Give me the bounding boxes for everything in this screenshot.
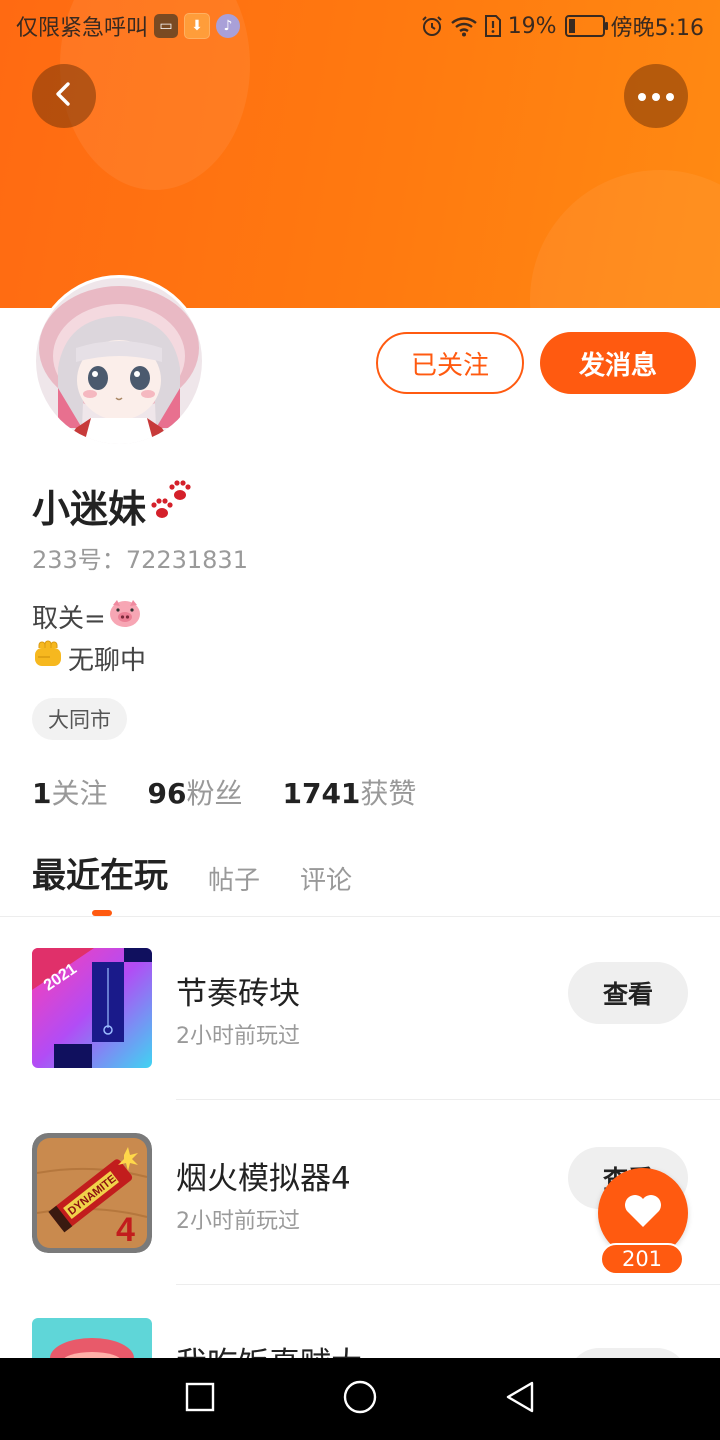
bio-line-2: 无聊中	[68, 646, 147, 676]
tab-recently-played[interactable]: 最近在玩	[32, 848, 168, 901]
square-icon	[184, 1381, 216, 1417]
clock-text: 傍晚5:16	[610, 16, 704, 41]
status-bar: 仅限紧急呼叫 ▭ ⬇ ♪ 19% 傍晚5:16	[0, 0, 720, 50]
profile-stats: 1关注 96粉丝 1741获赞	[32, 772, 416, 812]
tab-comments[interactable]: 评论	[300, 860, 352, 901]
profile-bio: 取关= 无聊中	[32, 598, 146, 682]
profile-screen: 仅限紧急呼叫 ▭ ⬇ ♪ 19% 傍晚5:16 已关注 发消息 小迷妹 233号…	[0, 0, 720, 1440]
more-dots-icon	[636, 87, 676, 106]
following-count: 1	[32, 777, 52, 810]
tab-posts[interactable]: 帖子	[208, 860, 260, 901]
system-navigation-bar	[0, 1358, 720, 1440]
triangle-back-icon	[504, 1380, 536, 1418]
user-id-value: 72231831	[125, 546, 248, 574]
battery-icon	[564, 15, 608, 37]
game-name: 节奏砖块	[176, 976, 300, 1012]
recent-apps-button[interactable]	[170, 1369, 230, 1429]
pig-face-icon	[108, 598, 142, 640]
carrier-text: 仅限紧急呼叫	[16, 16, 149, 41]
fans-count: 96	[147, 777, 187, 810]
location-tag: 大同市	[32, 698, 127, 740]
avatar-image	[36, 278, 202, 444]
back-button[interactable]	[32, 64, 96, 128]
fans-label: 粉丝	[186, 777, 243, 810]
profile-banner: 仅限紧急呼叫 ▭ ⬇ ♪ 19% 傍晚5:16	[0, 0, 720, 308]
likes-label: 获赞	[360, 777, 417, 810]
chevron-left-icon	[49, 79, 79, 113]
app-notification-icon: ▭	[154, 14, 179, 38]
followed-button[interactable]: 已关注	[376, 332, 524, 394]
view-game-button[interactable]: 查看	[568, 962, 688, 1024]
music-icon: ♪	[216, 14, 241, 38]
like-count-badge: 201	[600, 1243, 684, 1275]
game-name: 烟火模拟器4	[176, 1161, 351, 1197]
username-text: 小迷妹	[32, 487, 147, 531]
game-last-played: 2小时前玩过	[176, 1209, 300, 1234]
fist-icon	[32, 640, 66, 682]
game-badge-number: 4	[116, 1211, 135, 1249]
fans-stat[interactable]: 96粉丝	[148, 772, 243, 812]
sim-alert-icon	[484, 14, 502, 38]
profile-name: 小迷妹	[32, 478, 196, 533]
avatar[interactable]	[36, 278, 202, 444]
alarm-icon	[420, 14, 444, 38]
heart-icon	[623, 1193, 663, 1233]
back-nav-button[interactable]	[490, 1369, 550, 1429]
row-divider	[176, 1099, 720, 1100]
following-stat[interactable]: 1关注	[32, 772, 108, 812]
row-divider	[176, 1284, 720, 1285]
wifi-icon	[450, 14, 478, 38]
send-message-button[interactable]: 发消息	[540, 332, 696, 394]
likes-count: 1741	[282, 777, 361, 810]
banner-decoration	[530, 170, 720, 308]
more-options-button[interactable]	[624, 64, 688, 128]
home-button[interactable]	[330, 1369, 390, 1429]
list-item[interactable]: 2021 节奏砖块 2小时前玩过 查看	[0, 916, 720, 1100]
user-id-label: 233号：	[32, 546, 126, 574]
download-icon: ⬇	[184, 13, 211, 39]
paw-prints-icon	[150, 479, 196, 532]
game-icon-rhythm-tiles: 2021	[32, 948, 152, 1068]
following-label: 关注	[51, 777, 108, 810]
profile-tabs: 最近在玩 帖子 评论	[32, 848, 352, 901]
circle-icon	[342, 1379, 378, 1419]
likes-stat: 1741获赞	[282, 772, 416, 812]
game-icon-fireworks-simulator: DYNAMITE 4	[32, 1133, 152, 1253]
bio-line-1: 取关=	[32, 604, 106, 634]
game-last-played: 2小时前玩过	[176, 1024, 300, 1049]
battery-percent: 19%	[507, 13, 557, 39]
battery-level	[568, 19, 575, 33]
user-id: 233号：72231831	[32, 540, 248, 575]
